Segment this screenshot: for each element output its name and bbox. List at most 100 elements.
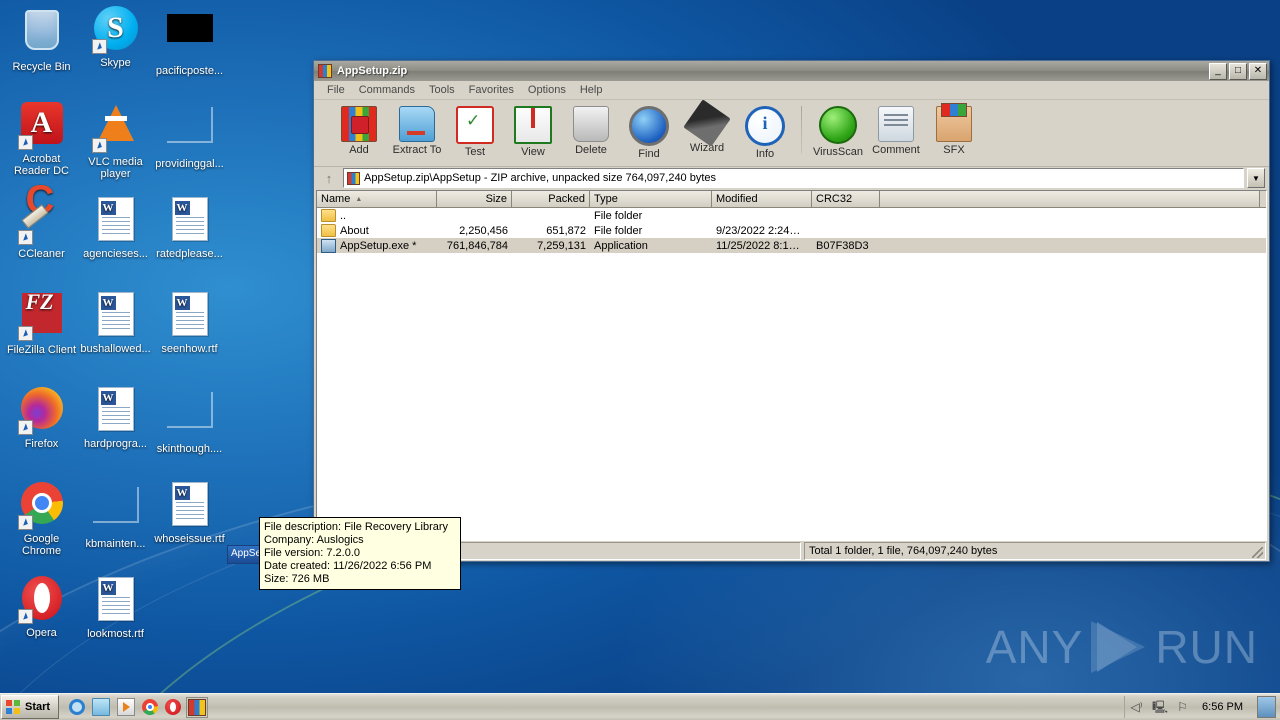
desktop-icon-bushallowed[interactable]: bushallowed... bbox=[78, 289, 153, 355]
trash-can-icon bbox=[573, 106, 609, 142]
file-name-text: .. bbox=[340, 209, 347, 222]
column-header-type[interactable]: Type bbox=[590, 191, 712, 207]
toolbar-button-find[interactable]: Find bbox=[620, 104, 678, 160]
menu-item-help[interactable]: Help bbox=[573, 83, 610, 97]
file-list-rows[interactable]: .. File folder About 2,250,456 651,872 File f… bbox=[317, 208, 1266, 540]
doc-icon bbox=[166, 482, 214, 530]
desktop-icon-label: hardprogra... bbox=[84, 438, 147, 450]
toolbar-button-info[interactable]: i Info bbox=[736, 104, 794, 160]
desktop-icon-firefox[interactable]: Firefox bbox=[4, 384, 79, 450]
show-desktop-icon[interactable] bbox=[1257, 696, 1276, 718]
address-bar[interactable]: ↑ AppSetup.zip\AppSetup - ZIP archive, u… bbox=[314, 167, 1269, 189]
desktop-icon-skinthough[interactable]: skinthough.... bbox=[152, 384, 227, 455]
opera-icon bbox=[17, 576, 66, 624]
toolbar-button-test[interactable]: Test bbox=[446, 104, 504, 158]
desktop-icon-acrobat-reader-dc[interactable]: A Acrobat Reader DC bbox=[4, 99, 79, 177]
status-right-text: Total 1 folder, 1 file, 764,097,240 byte… bbox=[809, 545, 998, 557]
desktop-icon-providinggal[interactable]: providinggal... bbox=[152, 99, 227, 170]
toolbar[interactable]: Add Extract To Test View Delete Find Wizardi In… bbox=[314, 99, 1269, 167]
desktop-icon-pacificposte[interactable]: pacificposte... bbox=[152, 4, 227, 77]
sort-ascending-icon: ▲ bbox=[355, 195, 363, 203]
column-header-size[interactable]: Size bbox=[437, 191, 512, 207]
address-field[interactable]: AppSetup.zip\AppSetup - ZIP archive, unp… bbox=[343, 168, 1244, 188]
desktop-icon-ccleaner[interactable]: CCleaner bbox=[4, 194, 79, 260]
toolbar-button-delete[interactable]: Delete bbox=[562, 104, 620, 156]
toolbar-button-virusscan[interactable]: VirusScan bbox=[809, 104, 867, 158]
toolbar-button-extract-to[interactable]: Extract To bbox=[388, 104, 446, 156]
file-explorer-icon[interactable] bbox=[92, 698, 111, 716]
desktop-icon-recycle-bin[interactable]: Recycle Bin bbox=[4, 4, 79, 73]
play-triangle-icon bbox=[1089, 621, 1149, 673]
table-row[interactable]: .. File folder bbox=[317, 208, 1266, 223]
start-button[interactable]: Start bbox=[1, 695, 60, 719]
taskbar[interactable]: Start ◁⁾ 🖳 ⚐ 6:56 PM bbox=[0, 693, 1280, 720]
volume-icon[interactable]: ◁⁾ bbox=[1129, 700, 1144, 715]
winrar-icon[interactable] bbox=[186, 696, 209, 718]
skype-icon: S bbox=[91, 6, 140, 54]
cell-name: AppSetup.exe * bbox=[317, 238, 437, 253]
blank-icon bbox=[166, 392, 214, 440]
toolbar-button-sfx[interactable]: SFX bbox=[925, 103, 983, 156]
opera-icon[interactable] bbox=[165, 699, 182, 715]
desktop-icon-hardprogra[interactable]: hardprogra... bbox=[78, 384, 153, 450]
desktop-icon-label: pacificposte... bbox=[155, 65, 224, 77]
desktop-icon-filezilla-client[interactable]: FileZilla Client bbox=[4, 289, 79, 356]
desktop-icon-agencieses[interactable]: agencieses... bbox=[78, 194, 153, 260]
column-header-blank[interactable] bbox=[880, 191, 1260, 207]
minimize-button[interactable]: _ bbox=[1209, 62, 1227, 80]
maximize-button[interactable]: □ bbox=[1229, 62, 1247, 80]
toolbar-button-wizard[interactable]: Wizard bbox=[678, 99, 736, 154]
info-circle-icon: i bbox=[745, 106, 785, 146]
chrome-icon[interactable] bbox=[142, 699, 159, 715]
clock[interactable]: 6:56 PM bbox=[1198, 701, 1247, 713]
menu-bar[interactable]: File Commands Tools Favorites Options Help bbox=[314, 81, 1269, 100]
doc-icon bbox=[92, 292, 140, 340]
column-header-packed[interactable]: Packed bbox=[512, 191, 590, 207]
desktop-icon-label: ratedplease... bbox=[156, 248, 223, 260]
column-header-label: Modified bbox=[716, 193, 758, 205]
cell-size: 761,846,784 bbox=[446, 239, 508, 252]
blank-icon bbox=[166, 107, 214, 155]
flag-action-center-icon[interactable]: ⚐ bbox=[1175, 700, 1190, 715]
column-header-crc32[interactable]: CRC32 bbox=[812, 191, 880, 207]
menu-item-file[interactable]: File bbox=[320, 83, 352, 97]
network-icon[interactable]: 🖳 bbox=[1152, 700, 1168, 715]
menu-item-tools[interactable]: Tools bbox=[422, 83, 462, 97]
media-player-icon[interactable] bbox=[117, 698, 136, 716]
quick-launch[interactable] bbox=[69, 696, 209, 718]
menu-item-favorites[interactable]: Favorites bbox=[462, 83, 521, 97]
desktop-icon-opera[interactable]: Opera bbox=[4, 574, 79, 639]
toolbar-button-add[interactable]: Add bbox=[330, 104, 388, 156]
table-row[interactable]: About 2,250,456 651,872 File folder 9/23/202… bbox=[317, 223, 1266, 238]
desktop-icon-google-chrome[interactable]: Google Chrome bbox=[4, 479, 79, 557]
close-button[interactable]: ✕ bbox=[1249, 62, 1267, 80]
resize-grip-icon[interactable] bbox=[1252, 547, 1263, 558]
desktop-icon-skype[interactable]: S Skype bbox=[78, 4, 153, 69]
table-row[interactable]: AppSetup.exe * 761,846,784 7,259,131 Applic… bbox=[317, 238, 1266, 253]
blank-icon bbox=[92, 487, 140, 535]
system-tray[interactable]: ◁⁾ 🖳 ⚐ 6:56 PM bbox=[1124, 696, 1280, 718]
desktop-icon-label: skinthough.... bbox=[156, 443, 223, 455]
desktop-icon-seenhow-rtf[interactable]: seenhow.rtf bbox=[152, 289, 227, 355]
toolbar-button-comment[interactable]: Comment bbox=[867, 104, 925, 156]
desktop-icon-vlc-media-player[interactable]: VLC media player bbox=[78, 99, 153, 180]
internet-explorer-icon[interactable] bbox=[69, 699, 86, 715]
desktop-icon-lookmost-rtf[interactable]: lookmost.rtf bbox=[78, 574, 153, 640]
menu-item-commands[interactable]: Commands bbox=[352, 83, 422, 97]
menu-item-options[interactable]: Options bbox=[521, 83, 573, 97]
tooltip-line-4: Date created: 11/26/2022 6:56 PM bbox=[264, 560, 432, 572]
desktop-icon-kbmainten[interactable]: kbmainten... bbox=[78, 479, 153, 550]
toolbar-button-view[interactable]: View bbox=[504, 104, 562, 158]
file-list[interactable]: Name ▲ Size Packed Type Modified CRC32 .. File … bbox=[316, 190, 1267, 541]
desktop-icon-ratedplease[interactable]: ratedplease... bbox=[152, 194, 227, 260]
desktop[interactable]: Recycle Bin S Skype pacificposte... A Acrobat… bbox=[0, 0, 1280, 720]
toolbar-button-label: Delete bbox=[575, 144, 607, 156]
window-titlebar[interactable]: AppSetup.zip _ □ ✕ bbox=[314, 61, 1269, 81]
column-header-modified[interactable]: Modified bbox=[712, 191, 812, 207]
column-header-name[interactable]: Name ▲ bbox=[317, 191, 437, 207]
file-list-header[interactable]: Name ▲ Size Packed Type Modified CRC32 bbox=[317, 191, 1266, 208]
up-arrow-icon[interactable]: ↑ bbox=[318, 168, 340, 188]
chevron-down-icon[interactable]: ▼ bbox=[1247, 168, 1265, 188]
desktop-icon-whoseissue-rtf[interactable]: whoseissue.rtf bbox=[152, 479, 227, 545]
winrar-window[interactable]: AppSetup.zip _ □ ✕ File Commands Tools Favo… bbox=[313, 60, 1270, 562]
